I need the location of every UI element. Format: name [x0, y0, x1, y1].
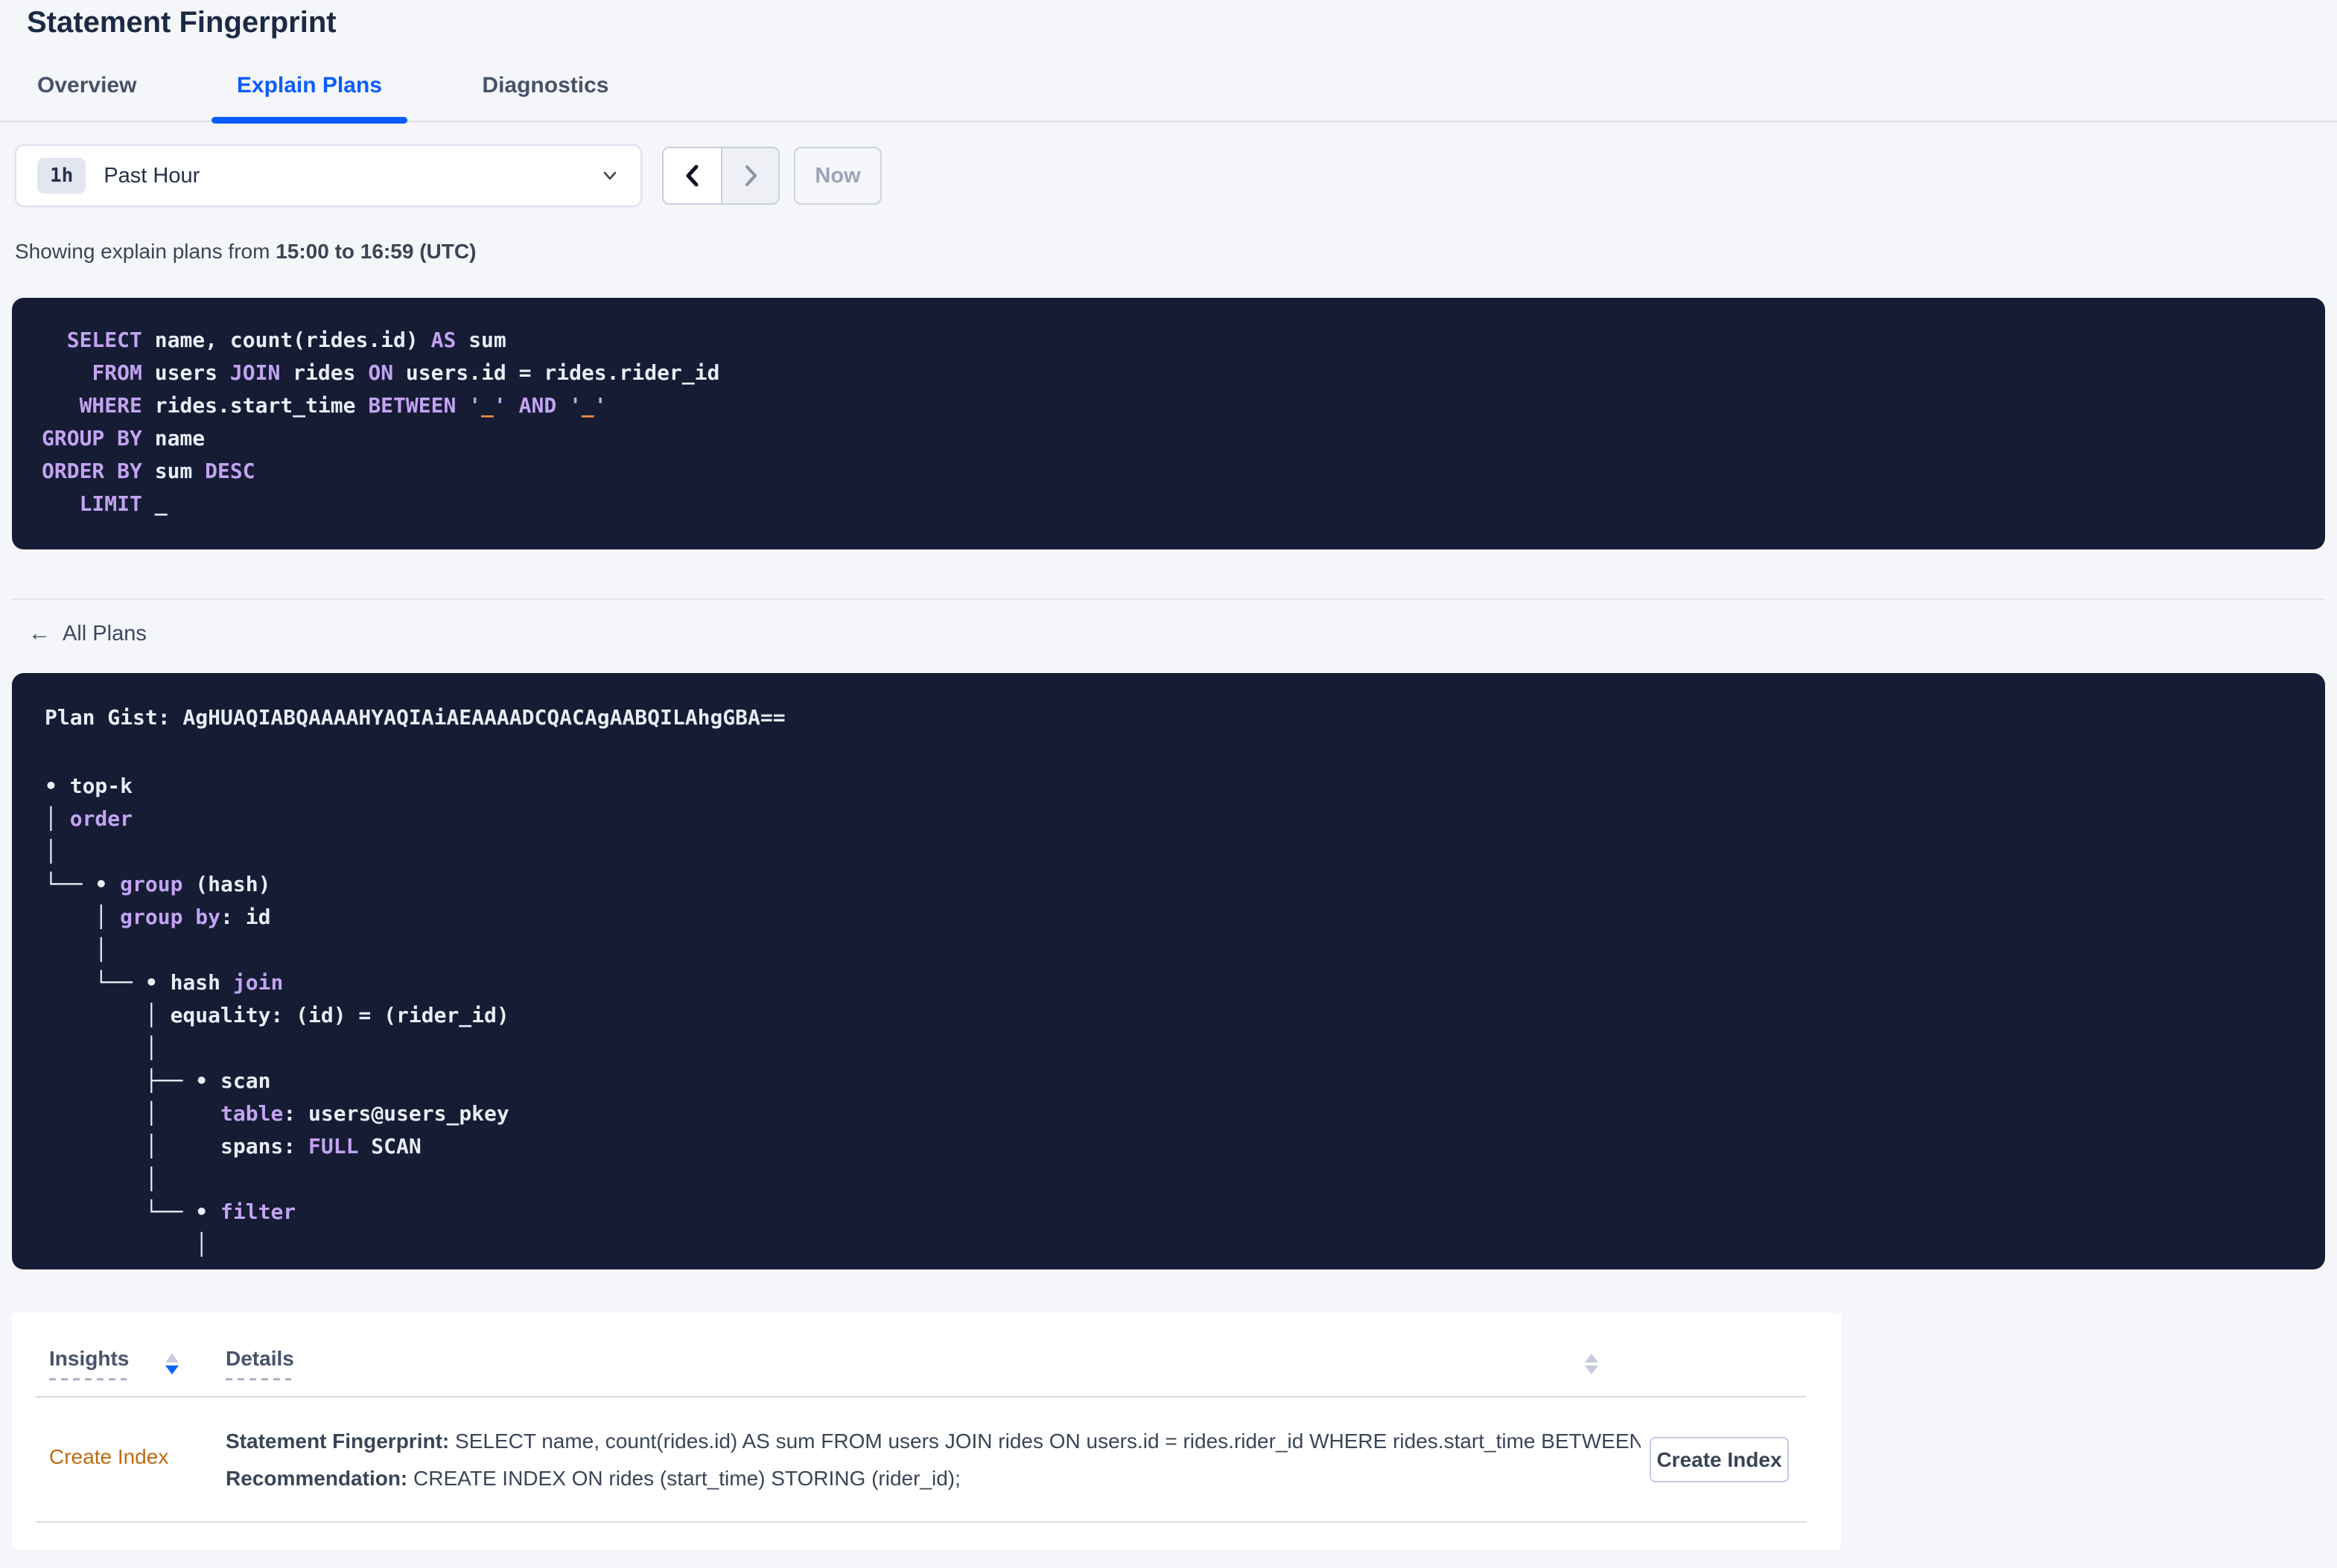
- time-range-selected: Past Hour: [104, 163, 200, 188]
- column-header-details[interactable]: Details: [226, 1347, 294, 1371]
- statement-fingerprint-page: Statement Fingerprint Overview Explain P…: [0, 4, 2337, 1549]
- plan-gist-block: Plan Gist: AgHUAQIABQAAAAHYAQIAiAEAAAADC…: [12, 673, 2325, 1269]
- plan-gist: Plan Gist: AgHUAQIABQAAAAHYAQIAiAEAAAADC…: [45, 705, 786, 730]
- tab-explain-plans-label: Explain Plans: [236, 73, 382, 98]
- chevron-down-icon: [603, 171, 617, 180]
- tab-overview-label: Overview: [37, 73, 137, 98]
- chevron-left-icon: [686, 165, 698, 187]
- summary-time-range: 15:00 to 16:59 (UTC): [276, 240, 477, 263]
- sort-toggle-insights[interactable]: [165, 1354, 179, 1374]
- tab-overview[interactable]: Overview: [12, 71, 162, 121]
- column-header-insights[interactable]: Insights: [49, 1347, 129, 1371]
- insights-header-dashed-underline: [49, 1378, 127, 1380]
- statement-fingerprint-label: Statement Fingerprint:: [226, 1430, 450, 1453]
- create-index-insight-link[interactable]: Create Index: [49, 1445, 168, 1469]
- statement-fingerprint-line: Statement Fingerprint: SELECT name, coun…: [226, 1423, 1641, 1460]
- sort-up-icon: [1585, 1354, 1598, 1363]
- time-range-badge: 1h: [37, 158, 86, 194]
- sql-fingerprint-block: SELECT name, count(rides.id) AS sum FROM…: [12, 298, 2325, 549]
- table-header-divider: [36, 1396, 1807, 1398]
- next-time-window-button[interactable]: [721, 148, 778, 203]
- time-controls: 1h Past Hour Now: [15, 144, 2337, 207]
- sort-down-icon: [1585, 1365, 1598, 1374]
- create-index-button[interactable]: Create Index: [1650, 1437, 1789, 1482]
- details-header-dashed-underline: [226, 1378, 291, 1380]
- all-plans-label: All Plans: [63, 621, 147, 646]
- tab-diagnostics-label: Diagnostics: [482, 73, 609, 98]
- sort-down-icon: [165, 1365, 179, 1374]
- recommendation-text: CREATE INDEX ON rides (start_time) STORI…: [407, 1467, 961, 1490]
- time-range-dropdown[interactable]: 1h Past Hour: [15, 144, 642, 207]
- showing-plans-summary: Showing explain plans from 15:00 to 16:5…: [15, 240, 2337, 264]
- all-plans-back-link[interactable]: ← All Plans: [28, 621, 147, 646]
- insight-details-cell: Statement Fingerprint: SELECT name, coun…: [226, 1423, 1641, 1497]
- page-title: Statement Fingerprint: [27, 6, 337, 39]
- recommendation-label: Recommendation:: [226, 1467, 408, 1490]
- sort-up-icon: [165, 1354, 179, 1363]
- tab-diagnostics[interactable]: Diagnostics: [457, 71, 634, 121]
- insights-card: Insights Details Create Index Statement …: [12, 1313, 1841, 1549]
- plan-tree: • top-k │ order │ └── • group (hash) │ grou…: [45, 774, 509, 1257]
- statement-fingerprint-text: SELECT name, count(rides.id) AS sum FROM…: [449, 1430, 1641, 1453]
- now-button[interactable]: Now: [794, 147, 882, 205]
- previous-time-window-button[interactable]: [664, 148, 721, 203]
- time-pager: [662, 147, 780, 205]
- sort-toggle-details[interactable]: [1585, 1354, 1598, 1374]
- recommendation-line: Recommendation: CREATE INDEX ON rides (s…: [226, 1460, 1641, 1497]
- summary-prefix: Showing explain plans from: [15, 240, 276, 263]
- tab-explain-plans[interactable]: Explain Plans: [211, 71, 407, 124]
- back-arrow-icon: ←: [28, 621, 51, 646]
- chevron-right-icon: [745, 165, 757, 186]
- tab-bar: Overview Explain Plans Diagnostics: [0, 71, 2337, 124]
- table-row-divider: [36, 1521, 1807, 1523]
- section-divider: [12, 599, 2325, 600]
- active-tab-underline: [211, 117, 407, 124]
